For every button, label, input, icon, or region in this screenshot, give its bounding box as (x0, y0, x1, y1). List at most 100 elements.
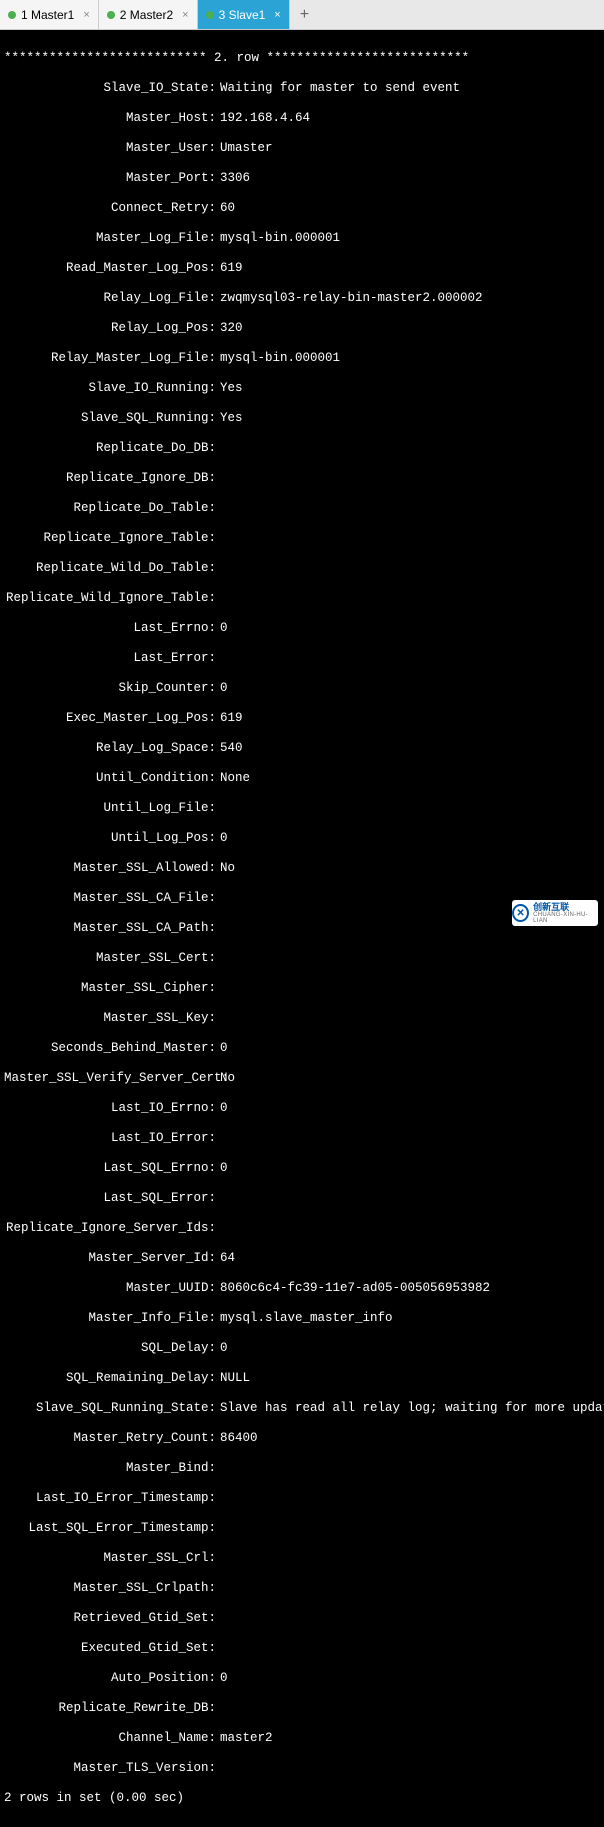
field-key: Last_IO_Error_Timestamp: (4, 1491, 216, 1506)
field-value: No (216, 1071, 235, 1086)
watermark-logo: ✕ 创新互联 CHUANG-XIN-HU-LIAN (512, 900, 598, 926)
field-key: Connect_Retry: (4, 201, 216, 216)
logo-icon: ✕ (512, 904, 529, 922)
field-key: Replicate_Wild_Do_Table: (4, 561, 216, 576)
field-value (216, 951, 220, 966)
field-value: 540 (216, 741, 243, 756)
tab-master1[interactable]: 1 Master1 × (0, 0, 99, 29)
tab-slave1[interactable]: 3 Slave1 × (198, 0, 290, 29)
close-icon[interactable]: × (83, 9, 89, 21)
field-key: Last_SQL_Error_Timestamp: (4, 1521, 216, 1536)
field-key: Executed_Gtid_Set: (4, 1641, 216, 1656)
field-key: Master_SSL_Key: (4, 1011, 216, 1026)
field-key: Master_User: (4, 141, 216, 156)
field-key: Until_Log_Pos: (4, 831, 216, 846)
status-dot-icon (206, 11, 214, 19)
field-value (216, 891, 220, 906)
field-value (216, 1761, 220, 1776)
field-value (216, 501, 220, 516)
tab-master2[interactable]: 2 Master2 × (99, 0, 198, 29)
field-value: mysql-bin.000001 (216, 231, 340, 246)
field-key: Master_Host: (4, 111, 216, 126)
field-value (216, 1641, 220, 1656)
field-value: Slave has read all relay log; waiting fo… (216, 1401, 604, 1416)
field-value (216, 1011, 220, 1026)
field-key: Last_Error: (4, 651, 216, 666)
field-key: Replicate_Do_Table: (4, 501, 216, 516)
field-key: Last_IO_Error: (4, 1131, 216, 1146)
field-key: Master_Log_File: (4, 231, 216, 246)
field-value: 0 (216, 1041, 228, 1056)
watermark-brand: 创新互联 (533, 903, 598, 912)
field-value (216, 1581, 220, 1596)
field-value: Waiting for master to send event (216, 81, 460, 96)
field-value: 0 (216, 1341, 228, 1356)
field-key: Until_Log_File: (4, 801, 216, 816)
field-value: 3306 (216, 171, 250, 186)
field-key: Master_SSL_Crl: (4, 1551, 216, 1566)
field-value (216, 1461, 220, 1476)
status-dot-icon (8, 11, 16, 19)
field-key: Slave_IO_State: (4, 81, 216, 96)
field-key: Relay_Master_Log_File: (4, 351, 216, 366)
field-value: 86400 (216, 1431, 258, 1446)
field-value: 320 (216, 321, 243, 336)
field-value (216, 651, 220, 666)
terminal-output: *************************** 2. row *****… (0, 30, 604, 1827)
field-key: Last_Errno: (4, 621, 216, 636)
field-value (216, 1521, 220, 1536)
field-value: 619 (216, 711, 243, 726)
field-key: Master_SSL_Cipher: (4, 981, 216, 996)
field-value: 0 (216, 831, 228, 846)
watermark-sub: CHUANG-XIN-HU-LIAN (533, 912, 598, 924)
field-key: Master_Bind: (4, 1461, 216, 1476)
field-value: 0 (216, 1101, 228, 1116)
field-value (216, 591, 220, 606)
field-value (216, 1701, 220, 1716)
field-key: SQL_Remaining_Delay: (4, 1371, 216, 1386)
field-key: Replicate_Do_DB: (4, 441, 216, 456)
field-key: Auto_Position: (4, 1671, 216, 1686)
result-footer: 2 rows in set (0.00 sec) (4, 1791, 600, 1806)
field-key: Read_Master_Log_Pos: (4, 261, 216, 276)
field-key: Last_SQL_Error: (4, 1191, 216, 1206)
field-key: Master_SSL_Allowed: (4, 861, 216, 876)
field-value (216, 531, 220, 546)
add-tab-button[interactable]: + (290, 1, 319, 29)
field-key: Replicate_Wild_Ignore_Table: (4, 591, 216, 606)
field-value: 0 (216, 1161, 228, 1176)
field-key: Slave_SQL_Running: (4, 411, 216, 426)
field-value: mysql-bin.000001 (216, 351, 340, 366)
field-value (216, 1131, 220, 1146)
field-value: master2 (216, 1731, 273, 1746)
field-key: Retrieved_Gtid_Set: (4, 1611, 216, 1626)
field-value: 619 (216, 261, 243, 276)
tab-label: 3 Slave1 (219, 8, 266, 22)
field-key: Relay_Log_File: (4, 291, 216, 306)
field-value (216, 1611, 220, 1626)
field-value: zwqmysql03-relay-bin-master2.000002 (216, 291, 483, 306)
field-key: Until_Condition: (4, 771, 216, 786)
field-key: Replicate_Ignore_DB: (4, 471, 216, 486)
field-value: None (216, 771, 250, 786)
field-key: Slave_SQL_Running_State: (4, 1401, 216, 1416)
field-value: 0 (216, 681, 228, 696)
field-key: Relay_Log_Space: (4, 741, 216, 756)
field-key: Master_Server_Id: (4, 1251, 216, 1266)
field-value: 0 (216, 1671, 228, 1686)
field-value: Umaster (216, 141, 273, 156)
field-key: Replicate_Ignore_Server_Ids: (4, 1221, 216, 1236)
field-key: Master_UUID: (4, 1281, 216, 1296)
field-value (216, 921, 220, 936)
row-header: *************************** 2. row *****… (4, 51, 600, 66)
field-key: Master_SSL_Cert: (4, 951, 216, 966)
field-value (216, 561, 220, 576)
field-value: 0 (216, 621, 228, 636)
field-value: 64 (216, 1251, 235, 1266)
field-key: Exec_Master_Log_Pos: (4, 711, 216, 726)
close-icon[interactable]: × (182, 9, 188, 21)
field-key: Master_SSL_CA_File: (4, 891, 216, 906)
field-key: Replicate_Ignore_Table: (4, 531, 216, 546)
tab-bar: 1 Master1 × 2 Master2 × 3 Slave1 × + (0, 0, 604, 30)
close-icon[interactable]: × (274, 9, 280, 21)
